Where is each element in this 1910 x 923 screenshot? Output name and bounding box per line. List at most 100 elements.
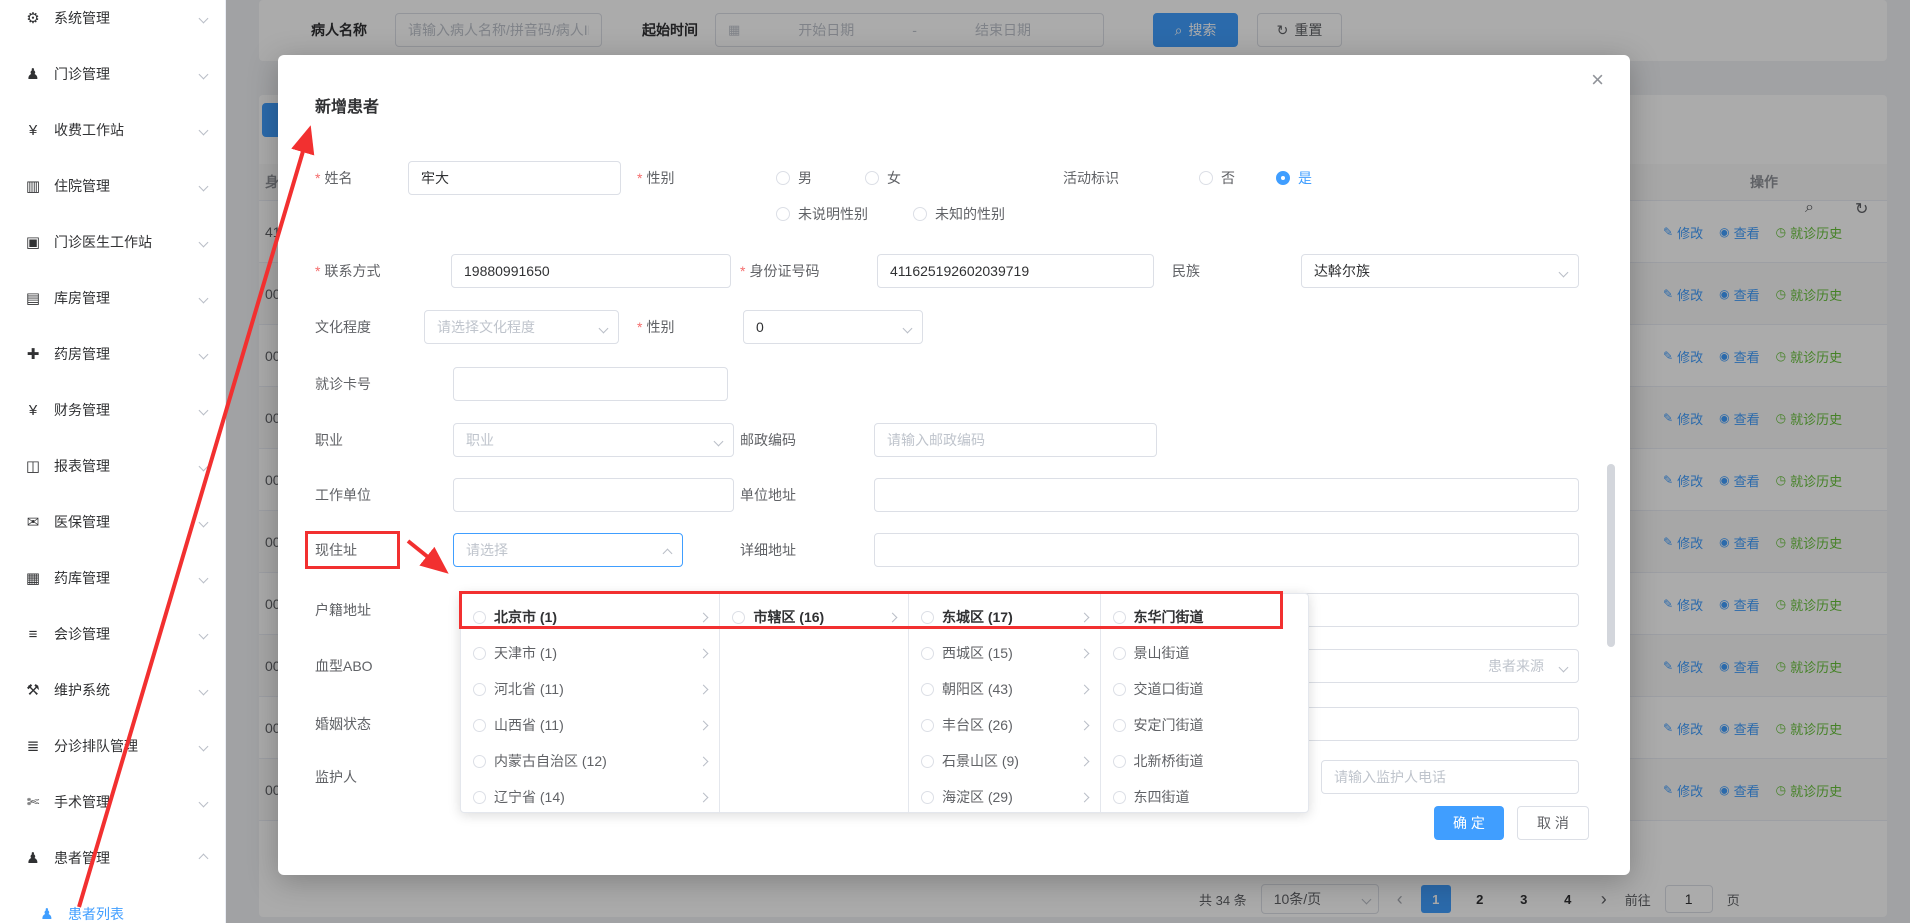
occupation-select[interactable]: 职业 [453, 423, 734, 457]
ethnicity-select[interactable]: 达斡尔族 [1301, 254, 1579, 288]
radio-icon[interactable] [921, 791, 934, 804]
id-number-input[interactable]: 411625192602039719 [877, 254, 1154, 288]
chevron-up-icon [663, 549, 673, 559]
sidebar-item[interactable]: ▦ 药库管理 [0, 550, 225, 606]
radio-icon[interactable] [921, 755, 934, 768]
unit-address-input[interactable] [874, 478, 1579, 512]
cascader-option-label: 景山街道 [1134, 643, 1297, 663]
cascader-option-province[interactable]: 河北省 (11) [461, 671, 719, 707]
gender2-label-text: 性别 [646, 319, 674, 335]
active-flag-radio-yes[interactable]: 是 [1276, 161, 1312, 195]
radio-icon[interactable] [921, 683, 934, 696]
close-icon[interactable]: × [1591, 69, 1604, 91]
chevron-down-icon [199, 69, 209, 79]
sidebar-item-icon: ✚ [24, 345, 42, 363]
cascader-option-street[interactable]: 交道口街道 [1101, 671, 1309, 707]
card-number-input[interactable] [453, 367, 728, 401]
chevron-down-icon [199, 517, 209, 527]
sidebar-item[interactable]: ▤ 库房管理 [0, 270, 225, 326]
cascader-option-street[interactable]: 北新桥街道 [1101, 743, 1309, 779]
modal-scrollbar[interactable] [1607, 464, 1615, 647]
cascader-option-province[interactable]: 天津市 (1) [461, 635, 719, 671]
radio-icon[interactable] [473, 683, 486, 696]
radio-icon[interactable] [1113, 791, 1126, 804]
cascader-option-city[interactable]: 市辖区 (16) [720, 599, 908, 635]
current-address-cascader-trigger[interactable]: 请选择 [453, 533, 683, 567]
radio-icon[interactable] [732, 611, 745, 624]
sidebar-item[interactable]: ¥ 收费工作站 [0, 102, 225, 158]
sidebar-item[interactable]: ✚ 药房管理 [0, 326, 225, 382]
radio-icon[interactable] [473, 791, 486, 804]
chevron-down-icon [199, 629, 209, 639]
detail-address-label: 详细地址 [740, 533, 796, 567]
radio-icon[interactable] [921, 611, 934, 624]
radio-icon[interactable] [921, 647, 934, 660]
cancel-button[interactable]: 取 消 [1517, 806, 1589, 840]
radio-icon [865, 171, 879, 185]
sidebar-item[interactable]: ¥ 财务管理 [0, 382, 225, 438]
sidebar-item-patient-list[interactable]: ♟ 患者列表 [0, 886, 225, 923]
detail-address-input[interactable] [874, 533, 1579, 567]
card-number-label: 就诊卡号 [315, 367, 371, 401]
gender-radio-male[interactable]: 男 [776, 161, 812, 195]
cascader-option-district[interactable]: 海淀区 (29) [909, 779, 1100, 813]
radio-icon [776, 171, 790, 185]
sidebar-item-icon: ≣ [24, 737, 42, 755]
guardian-phone-input[interactable]: 请输入监护人电话 [1321, 760, 1579, 794]
sidebar-item[interactable]: ≣ 分诊排队管理 [0, 718, 225, 774]
gender-radio-female[interactable]: 女 [865, 161, 901, 195]
radio-icon[interactable] [1113, 683, 1126, 696]
sidebar-item[interactable]: ✄ 手术管理 [0, 774, 225, 830]
radio-icon[interactable] [473, 611, 486, 624]
sidebar-item[interactable]: ♟ 患者管理 [0, 830, 225, 886]
active-flag-radio-no[interactable]: 否 [1199, 161, 1235, 195]
cascader-option-street[interactable]: 东四街道 [1101, 779, 1309, 813]
work-unit-input[interactable] [453, 478, 734, 512]
chevron-right-icon [699, 720, 709, 730]
sidebar-item[interactable]: ♟ 门诊管理 [0, 46, 225, 102]
sidebar-item[interactable]: ▣ 门诊医生工作站 [0, 214, 225, 270]
patient-source-placeholder: 患者来源 [1488, 656, 1544, 676]
sidebar-item[interactable]: ⚒ 维护系统 [0, 662, 225, 718]
gender-radio-unknown[interactable]: 未知的性别 [913, 197, 1005, 231]
name-input[interactable]: 牢大 [408, 161, 621, 195]
postcode-input[interactable]: 请输入邮政编码 [874, 423, 1157, 457]
sidebar-item-label: 患者管理 [54, 848, 200, 868]
chevron-down-icon [199, 853, 209, 863]
cascader-option-district[interactable]: 石景山区 (9) [909, 743, 1100, 779]
radio-icon[interactable] [473, 755, 486, 768]
sidebar-item[interactable]: ⚙ 系统管理 [0, 0, 225, 46]
sidebar-item[interactable]: ✉ 医保管理 [0, 494, 225, 550]
radio-icon[interactable] [473, 647, 486, 660]
sidebar-item[interactable]: ◫ 报表管理 [0, 438, 225, 494]
cascader-option-district[interactable]: 朝阳区 (43) [909, 671, 1100, 707]
cascader-option-district[interactable]: 丰台区 (26) [909, 707, 1100, 743]
confirm-button[interactable]: 确 定 [1434, 806, 1504, 840]
cascader-option-province[interactable]: 辽宁省 (14) [461, 779, 719, 813]
cascader-option-street[interactable]: 东华门街道 [1101, 599, 1309, 635]
cascader-option-district[interactable]: 西城区 (15) [909, 635, 1100, 671]
cascader-option-street[interactable]: 安定门街道 [1101, 707, 1309, 743]
sidebar-item-icon: ◫ [24, 457, 42, 475]
dialog-title: 新增患者 [315, 93, 379, 117]
gender-label: 性别 [637, 161, 674, 195]
cascader-option-province[interactable]: 北京市 (1) [461, 599, 719, 635]
radio-icon[interactable] [1113, 719, 1126, 732]
gender2-select[interactable]: 0 [743, 310, 923, 344]
cascader-option-province[interactable]: 山西省 (11) [461, 707, 719, 743]
radio-icon[interactable] [1113, 647, 1126, 660]
cascader-option-province[interactable]: 内蒙古自治区 (12) [461, 743, 719, 779]
sidebar-item[interactable]: ▥ 住院管理 [0, 158, 225, 214]
radio-icon[interactable] [1113, 755, 1126, 768]
cascader-option-district[interactable]: 东城区 (17) [909, 599, 1100, 635]
sidebar-item-icon: ⚙ [24, 9, 42, 27]
chevron-down-icon [199, 13, 209, 23]
radio-icon[interactable] [921, 719, 934, 732]
radio-icon[interactable] [1113, 611, 1126, 624]
radio-icon[interactable] [473, 719, 486, 732]
education-select[interactable]: 请选择文化程度 [424, 310, 619, 344]
sidebar-item[interactable]: ≡ 会诊管理 [0, 606, 225, 662]
gender-radio-unexplained[interactable]: 未说明性别 [776, 197, 868, 231]
contact-input[interactable]: 19880991650 [451, 254, 731, 288]
cascader-option-street[interactable]: 景山街道 [1101, 635, 1309, 671]
